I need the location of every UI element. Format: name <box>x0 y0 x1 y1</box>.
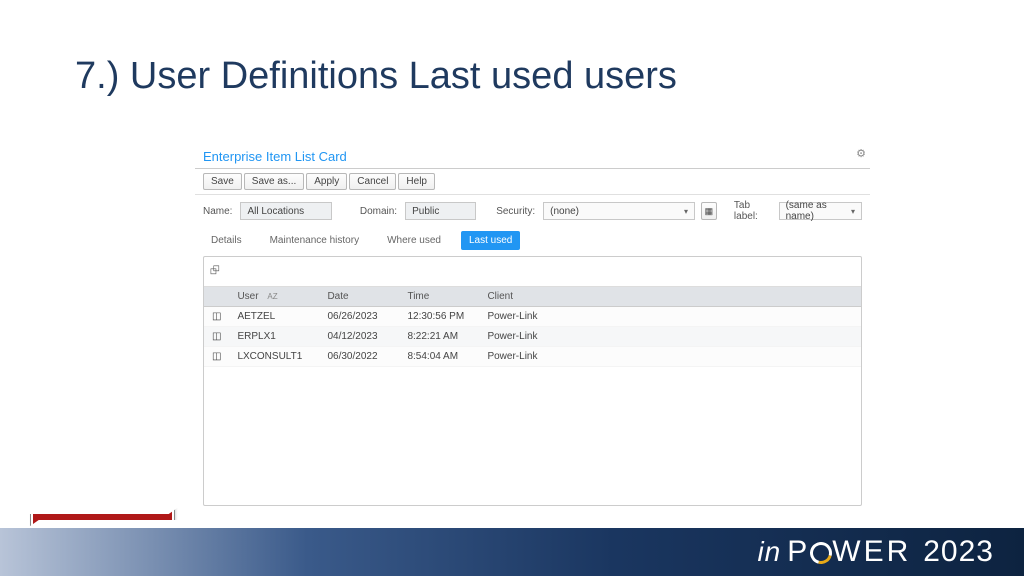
card-title: Enterprise Item List Card <box>195 145 870 168</box>
cell-client: Power-Link <box>479 327 861 347</box>
tab-label-value: (same as name) <box>786 200 851 222</box>
table-row[interactable]: ◫ ERPLX1 04/12/2023 8:22:21 AM Power-Lin… <box>204 327 861 347</box>
col-handle <box>204 287 229 307</box>
col-client[interactable]: Client <box>479 287 861 307</box>
logo-in: in <box>757 536 781 568</box>
tab-details[interactable]: Details <box>203 231 250 250</box>
cell-date: 06/30/2022 <box>319 347 399 367</box>
chevron-down-icon: ▾ <box>851 207 855 216</box>
tab-label-select[interactable]: (same as name) ▾ <box>779 202 862 220</box>
tab-last-used[interactable]: Last used <box>461 231 520 250</box>
cell-time: 12:30:56 PM <box>399 307 479 327</box>
table-row[interactable]: ◫ LXCONSULT1 06/30/2022 8:54:04 AM Power… <box>204 347 861 367</box>
logo-power: P WER <box>787 535 911 569</box>
security-picker-button[interactable]: ▦ <box>701 202 717 220</box>
row-menu-icon[interactable]: ◫ <box>204 327 229 347</box>
name-label: Name: <box>203 206 232 217</box>
app-window: Enterprise Item List Card Save Save as..… <box>195 145 870 506</box>
cell-user: LXCONSULT1 <box>229 347 319 367</box>
toolbar: Save Save as... Apply Cancel Help <box>195 168 870 195</box>
cell-date: 06/26/2023 <box>319 307 399 327</box>
apply-button[interactable]: Apply <box>306 173 347 190</box>
grid-toolbar: ⮺ <box>204 257 861 287</box>
domain-label: Domain: <box>360 206 397 217</box>
security-label: Security: <box>496 206 535 217</box>
tab-maintenance-history[interactable]: Maintenance history <box>262 231 368 250</box>
col-time[interactable]: Time <box>399 287 479 307</box>
footer-bar: inP WER 2023 <box>0 528 1024 576</box>
security-select[interactable]: (none) ▾ <box>543 202 695 220</box>
grid-frame: ⮺ ⚙ User AZ Date Time Client ◫ <box>203 256 862 506</box>
save-button[interactable]: Save <box>203 173 242 190</box>
last-used-grid: User AZ Date Time Client ◫ AETZEL 06/26/… <box>204 287 861 367</box>
logo-year: 2023 <box>923 535 994 569</box>
tablabel-label: Tab label: <box>734 200 771 222</box>
sort-indicator-icon: AZ <box>267 292 277 301</box>
cell-user: AETZEL <box>229 307 319 327</box>
cell-time: 8:22:21 AM <box>399 327 479 347</box>
name-field[interactable]: All Locations <box>240 202 332 220</box>
logo-wer: WER <box>832 535 911 568</box>
cell-client: Power-Link <box>479 307 861 327</box>
cell-client: Power-Link <box>479 347 861 367</box>
row-menu-icon[interactable]: ◫ <box>204 347 229 367</box>
domain-field[interactable]: Public <box>405 202 476 220</box>
inpower-logo: inP WER 2023 <box>757 535 994 569</box>
tab-bar: Details Maintenance history Where used L… <box>195 227 870 250</box>
col-date[interactable]: Date <box>319 287 399 307</box>
tab-where-used[interactable]: Where used <box>379 231 449 250</box>
col-user[interactable]: User AZ <box>229 287 319 307</box>
cell-user: ERPLX1 <box>229 327 319 347</box>
form-row: Name: All Locations Domain: Public Secur… <box>195 195 870 227</box>
security-value: (none) <box>550 206 579 217</box>
chevron-down-icon: ▾ <box>684 207 688 216</box>
row-menu-icon[interactable]: ◫ <box>204 307 229 327</box>
help-button[interactable]: Help <box>398 173 435 190</box>
save-as-button[interactable]: Save as... <box>244 173 304 190</box>
logo-p: P <box>787 535 810 568</box>
copy-icon[interactable]: ⮺ <box>210 263 220 277</box>
col-user-label: User <box>237 291 258 302</box>
cancel-button[interactable]: Cancel <box>349 173 396 190</box>
table-row[interactable]: ◫ AETZEL 06/26/2023 12:30:56 PM Power-Li… <box>204 307 861 327</box>
cell-time: 8:54:04 AM <box>399 347 479 367</box>
cell-date: 04/12/2023 <box>319 327 399 347</box>
slide-title: 7.) User Definitions Last used users <box>75 55 677 98</box>
